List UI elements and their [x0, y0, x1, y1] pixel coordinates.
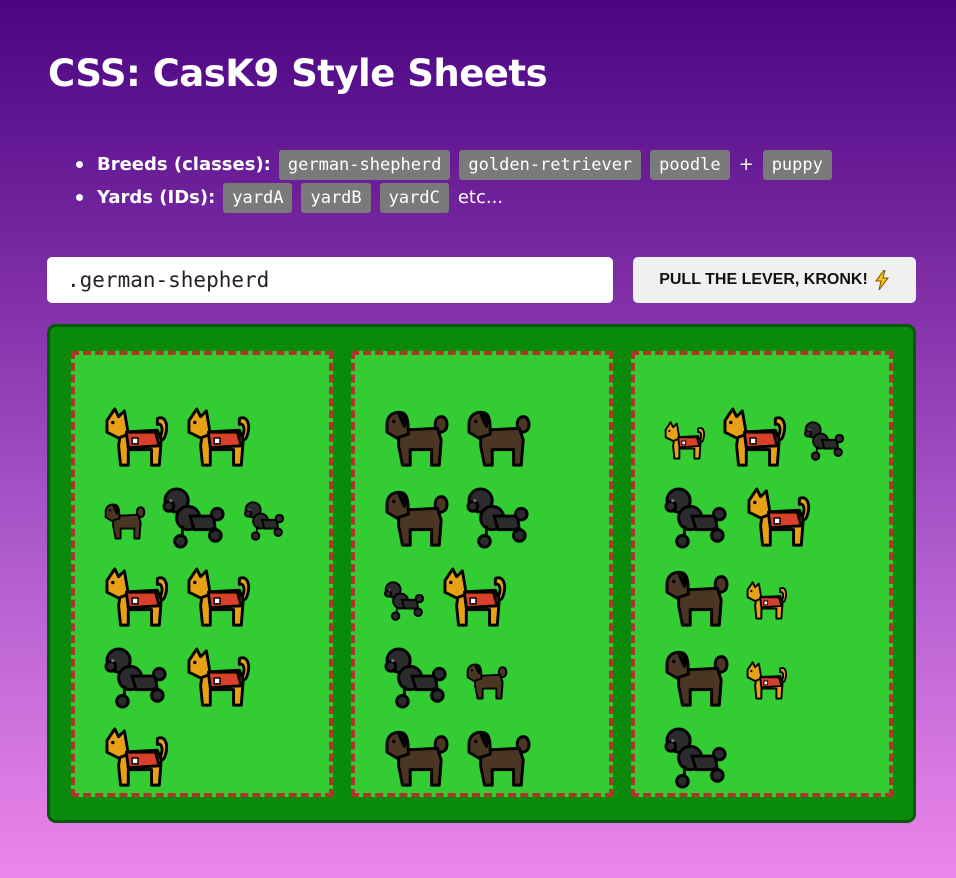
german-shepherd-icon: [721, 407, 789, 469]
golden-retriever-puppy-icon: [465, 661, 509, 701]
dog-playground: [47, 324, 916, 823]
page-title: CSS: CasK9 Style Sheets: [48, 52, 548, 95]
dog-row: [663, 549, 879, 629]
german-shepherd-puppy-icon: [663, 421, 707, 461]
german-shepherd-icon: [745, 487, 813, 549]
golden-retriever-icon: [465, 727, 533, 789]
golden-retriever-puppy-icon: [103, 501, 147, 541]
selector-input[interactable]: [47, 257, 613, 303]
poodle-icon: [383, 647, 451, 709]
legend-list: Breeds (classes): german-shepherd golden…: [70, 148, 841, 214]
bullet-icon: [76, 161, 83, 168]
poodle-puppy-icon: [243, 501, 287, 541]
dog-row: [383, 389, 599, 469]
dog-row: [103, 389, 319, 469]
golden-retriever-icon: [465, 407, 533, 469]
dog-row: [103, 709, 319, 789]
bullet-icon: [76, 194, 83, 201]
dog-row: [663, 469, 879, 549]
pull-lever-label: PULL THE LEVER, KRONK!: [659, 271, 868, 288]
poodle-icon: [103, 647, 171, 709]
german-shepherd-icon: [103, 567, 171, 629]
yard-a: [71, 351, 333, 797]
poodle-puppy-icon: [383, 581, 427, 621]
dog-row: [383, 469, 599, 549]
german-shepherd-icon: [103, 407, 171, 469]
poodle-puppy-icon: [803, 421, 847, 461]
breeds-label: Breeds (classes):: [97, 154, 271, 175]
dog-row: [103, 469, 319, 549]
yard-code-yardA: yardA: [223, 182, 293, 213]
golden-retriever-icon: [663, 567, 731, 629]
golden-retriever-icon: [383, 407, 451, 469]
legend-yards-item: Yards (IDs): yardA yardB yardC etc...: [70, 181, 841, 214]
poodle-icon: [161, 487, 229, 549]
pull-lever-button[interactable]: PULL THE LEVER, KRONK!: [633, 257, 916, 303]
dog-row: [103, 549, 319, 629]
german-shepherd-puppy-icon: [745, 581, 789, 621]
poodle-icon: [663, 727, 731, 789]
golden-retriever-icon: [663, 647, 731, 709]
breed-code-german-shepherd: german-shepherd: [278, 149, 451, 180]
yards-label: Yards (IDs):: [97, 187, 216, 208]
dog-row: [663, 389, 879, 469]
german-shepherd-icon: [441, 567, 509, 629]
modifier-code-puppy: puppy: [762, 149, 832, 180]
dog-row: [103, 629, 319, 709]
yard-c: [631, 351, 893, 797]
golden-retriever-icon: [383, 727, 451, 789]
golden-retriever-icon: [383, 487, 451, 549]
plus-sign: +: [738, 154, 754, 175]
yard-code-yardC: yardC: [379, 182, 449, 213]
german-shepherd-icon: [185, 647, 253, 709]
dog-row: [383, 709, 599, 789]
breed-code-golden-retriever: golden-retriever: [459, 149, 642, 180]
breed-code-poodle: poodle: [650, 149, 730, 180]
yard-b: [351, 351, 613, 797]
dog-row: [663, 629, 879, 709]
german-shepherd-icon: [185, 407, 253, 469]
german-shepherd-puppy-icon: [745, 661, 789, 701]
lightning-icon: [874, 270, 890, 290]
poodle-icon: [465, 487, 533, 549]
german-shepherd-icon: [103, 727, 171, 789]
etc-text: etc...: [457, 187, 504, 208]
poodle-icon: [663, 487, 731, 549]
yard-code-yardB: yardB: [301, 182, 371, 213]
dog-row: [383, 629, 599, 709]
dog-row: [663, 709, 879, 789]
dog-row: [383, 549, 599, 629]
legend-breeds-item: Breeds (classes): german-shepherd golden…: [70, 148, 841, 181]
german-shepherd-icon: [185, 567, 253, 629]
